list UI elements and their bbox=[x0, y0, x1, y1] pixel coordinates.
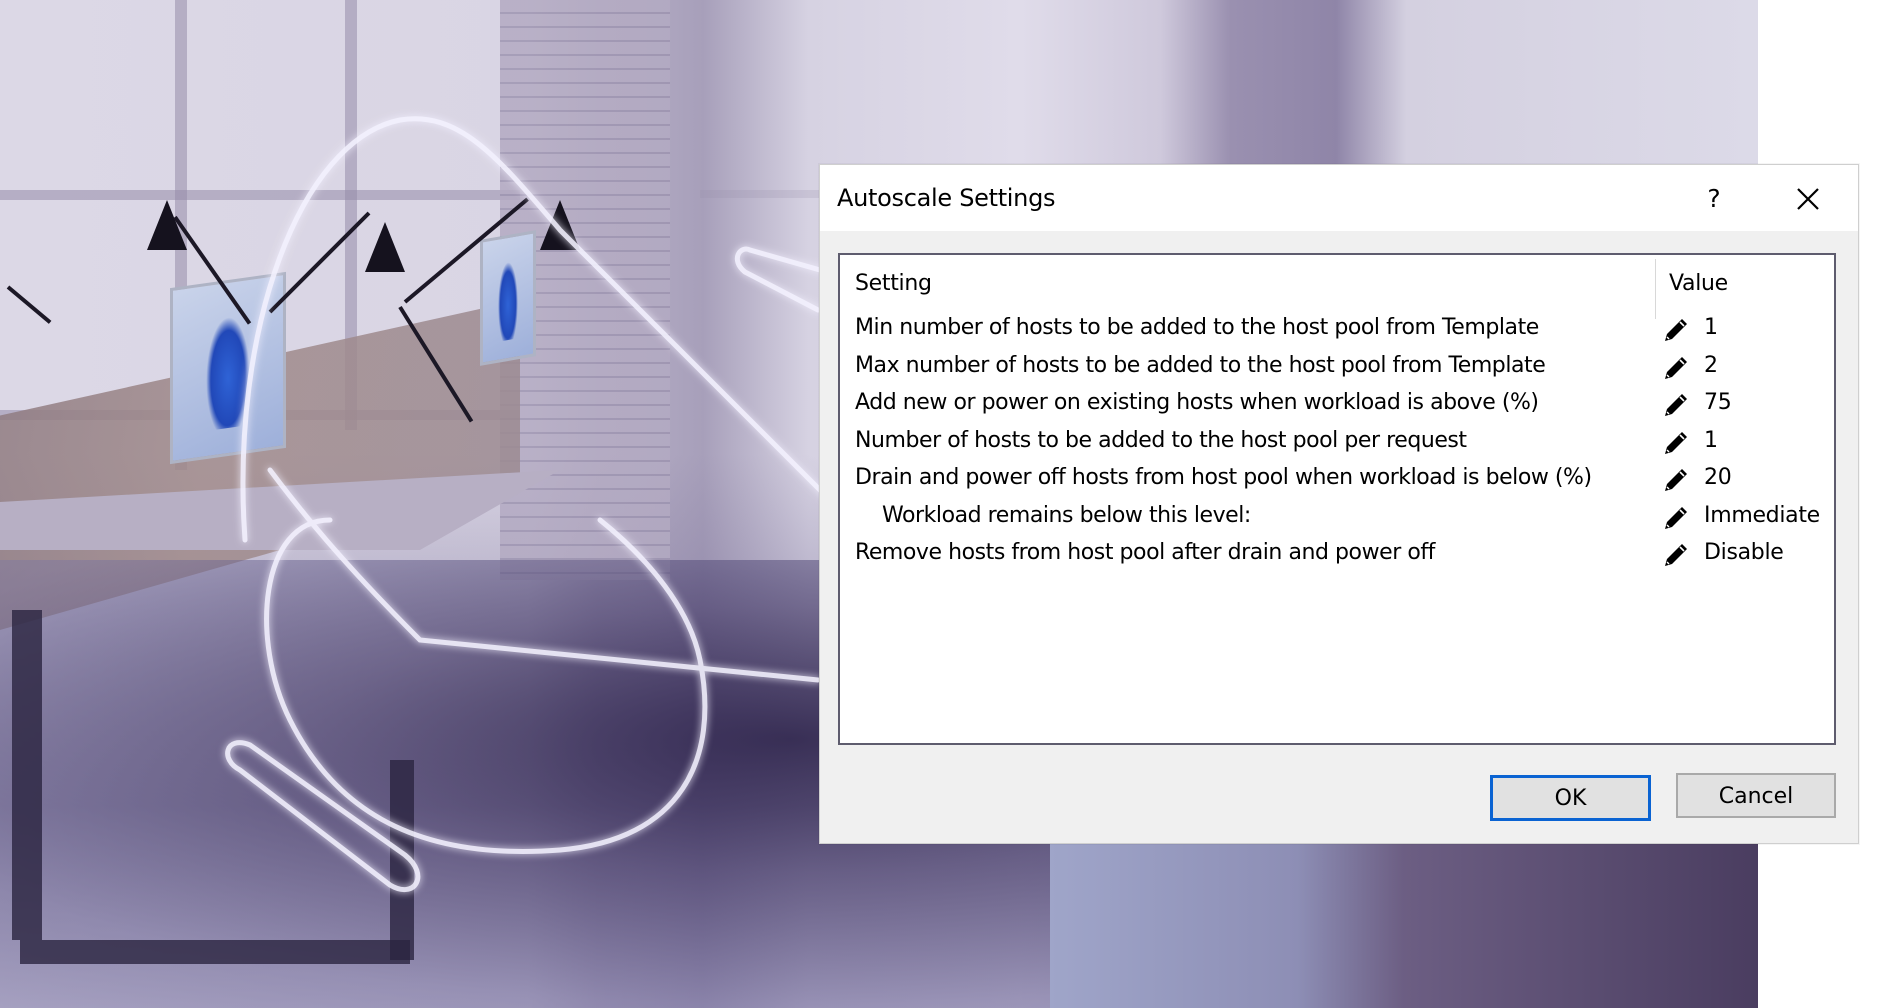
setting-value: 75 bbox=[1704, 390, 1732, 415]
setting-label: Remove hosts from host pool after drain … bbox=[855, 540, 1435, 565]
cancel-button[interactable]: Cancel bbox=[1676, 773, 1836, 818]
pencil-icon[interactable] bbox=[1662, 429, 1690, 457]
pencil-icon[interactable] bbox=[1662, 504, 1690, 532]
neon-pill bbox=[225, 740, 421, 893]
pencil-icon[interactable] bbox=[1662, 541, 1690, 569]
settings-row[interactable]: Max number of hosts to be added to the h… bbox=[840, 349, 1834, 386]
pencil-icon[interactable] bbox=[1662, 354, 1690, 382]
column-header-setting[interactable]: Setting bbox=[855, 271, 932, 296]
setting-label: Number of hosts to be added to the host … bbox=[855, 428, 1467, 453]
setting-label: Min number of hosts to be added to the h… bbox=[855, 315, 1539, 340]
setting-label: Add new or power on existing hosts when … bbox=[855, 390, 1539, 415]
autoscale-settings-dialog: Autoscale Settings ? Setting Value Min n… bbox=[819, 164, 1859, 844]
column-header-value[interactable]: Value bbox=[1669, 271, 1728, 296]
setting-label: Max number of hosts to be added to the h… bbox=[855, 353, 1546, 378]
settings-list[interactable]: Setting Value Min number of hosts to be … bbox=[838, 253, 1836, 745]
settings-row[interactable]: Workload remains below this level: Immed… bbox=[840, 499, 1834, 536]
help-button[interactable]: ? bbox=[1694, 177, 1734, 221]
dialog-titlebar[interactable]: Autoscale Settings ? bbox=[820, 165, 1858, 231]
setting-value: 20 bbox=[1704, 465, 1732, 490]
settings-row[interactable]: Add new or power on existing hosts when … bbox=[840, 386, 1834, 423]
settings-row[interactable]: Drain and power off hosts from host pool… bbox=[840, 461, 1834, 498]
setting-label: Drain and power off hosts from host pool… bbox=[855, 465, 1592, 490]
settings-row[interactable]: Remove hosts from host pool after drain … bbox=[840, 536, 1834, 573]
close-icon bbox=[1797, 188, 1819, 210]
setting-value: 1 bbox=[1704, 428, 1718, 453]
setting-value: Disable bbox=[1704, 540, 1784, 565]
setting-value: 2 bbox=[1704, 353, 1718, 378]
setting-value: 1 bbox=[1704, 315, 1718, 340]
dialog-title: Autoscale Settings bbox=[837, 184, 1056, 212]
settings-row[interactable]: Min number of hosts to be added to the h… bbox=[840, 311, 1834, 348]
close-button[interactable] bbox=[1784, 177, 1832, 221]
neon-line bbox=[267, 467, 821, 683]
ok-button[interactable]: OK bbox=[1490, 775, 1651, 821]
pencil-icon[interactable] bbox=[1662, 391, 1690, 419]
neon-loop bbox=[734, 246, 823, 313]
pencil-icon[interactable] bbox=[1662, 466, 1690, 494]
setting-value: Immediate bbox=[1704, 503, 1820, 528]
settings-row[interactable]: Number of hosts to be added to the host … bbox=[840, 424, 1834, 461]
neon-arc bbox=[240, 116, 833, 543]
setting-label: Workload remains below this level: bbox=[882, 503, 1251, 528]
column-divider[interactable] bbox=[1655, 259, 1656, 319]
pencil-icon[interactable] bbox=[1662, 316, 1690, 344]
